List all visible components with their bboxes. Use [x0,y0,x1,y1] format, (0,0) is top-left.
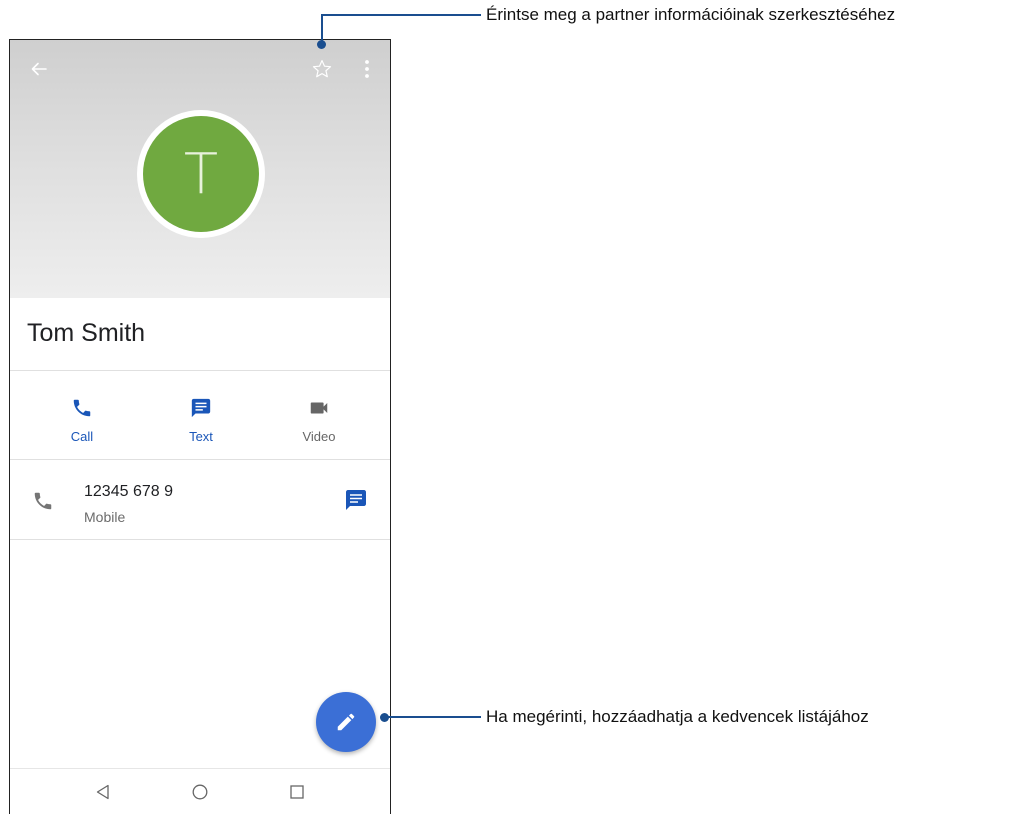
text-action-button[interactable]: Text [151,391,251,444]
divider [10,459,390,460]
phone-icon [32,490,54,517]
contact-header: T [10,40,390,298]
arrow-left-icon[interactable] [27,57,51,81]
edit-fab-button[interactable] [316,692,376,752]
callout-leader-top [321,14,481,16]
callout-dot-top [317,40,326,49]
message-icon [151,391,251,425]
callout-leader-top [321,15,323,43]
callout-text-top: Érintse meg a partner információinak sze… [486,5,896,24]
divider [10,539,390,540]
phone-number[interactable]: 12345 678 9 [84,483,173,501]
triangle-back-icon[interactable] [94,783,112,806]
contact-name: Tom Smith [27,319,146,347]
videocam-icon [269,391,369,425]
pencil-edit-icon [337,713,355,731]
text-label: Text [189,429,213,444]
star-outline-icon[interactable] [310,57,334,81]
video-action-button[interactable]: Video [269,391,369,444]
message-icon[interactable] [344,488,368,517]
call-label: Call [70,429,94,444]
phone-icon [32,391,132,425]
avatar: T [137,110,265,238]
square-recents-icon[interactable] [288,783,306,806]
avatar-initial: T [143,116,259,232]
callout-leader-bottom [385,716,481,718]
divider [10,370,390,371]
video-label: Video [302,429,336,444]
phone-screen: T Tom Smith Call Text Video 12345 678 9 … [9,39,391,814]
system-nav-bar [10,768,390,814]
call-action-button[interactable]: Call [32,391,132,444]
circle-home-icon[interactable] [191,783,209,806]
callout-text-bottom: Ha megérinti, hozzáadhatja a kedvencek l… [486,707,869,726]
phone-type-label: Mobile [84,509,126,525]
more-vert-icon[interactable] [355,57,379,81]
